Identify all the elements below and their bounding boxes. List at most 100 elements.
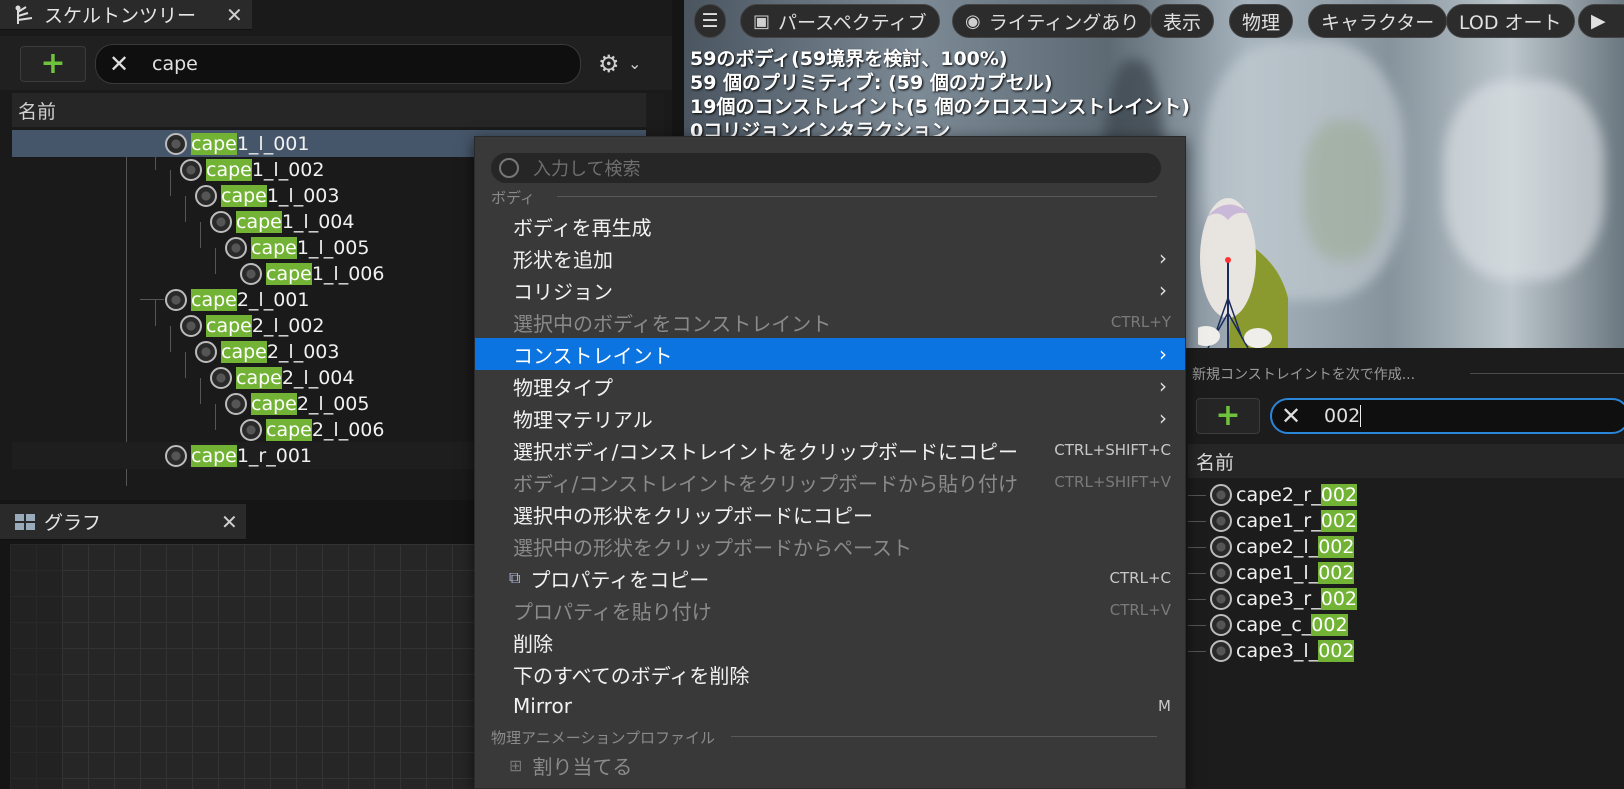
chevron-right-icon: › [1159,246,1167,270]
bone-icon [225,236,247,259]
bone-icon [225,392,247,415]
bone-icon [1210,536,1232,558]
new-constraint-panel: 新規コンストレイントを次で作成... + ✕ 002 名前 cape2_r_ 00… [1184,348,1624,789]
character-button[interactable]: キャラクター [1308,4,1448,38]
constraint-search-input[interactable]: ✕ 002 [1270,398,1624,434]
sphere-icon: ◉ [965,10,981,32]
clear-search-icon[interactable]: ✕ [106,50,132,78]
menu-item-regenerate[interactable]: ボディを再生成 [475,210,1185,242]
list-item[interactable]: cape1_r_ 002 [1188,508,1624,534]
play-button[interactable]: ▶ [1578,4,1624,38]
bone-icon [210,210,232,233]
menu-item-physical-material[interactable]: 物理マテリアル › [475,402,1185,434]
menu-item-delete-below[interactable]: 下のすべてのボディを削除 [475,658,1185,690]
menu-item-copy-properties[interactable]: ⧉ プロパティをコピー CTRL+C [475,562,1185,594]
menu-item-collision[interactable]: コリジョン › [475,274,1185,306]
chevron-right-icon: › [1159,278,1167,302]
menu-item-paste-bodies[interactable]: ボディ/コンストレイントをクリップボードから貼り付け CTRL+SHIFT+V [475,466,1185,498]
bone-icon [180,314,202,337]
show-button[interactable]: 表示 [1150,4,1215,38]
menu-item-assign[interactable]: ⊞ 割り当てる [475,749,1185,781]
menu-item-paste-shapes[interactable]: 選択中の形状をクリップボードからペースト [475,530,1185,562]
copy-properties-icon: ⧉ [509,568,521,587]
list-item[interactable]: cape1_l_ 002 [1188,560,1624,586]
section-divider [731,736,1157,737]
bone-icon [1210,510,1232,532]
menu-item-paste-properties[interactable]: プロパティを貼り付け CTRL+V [475,594,1185,626]
bone-icon [240,418,262,441]
bone-icon [210,366,232,389]
constraint-column-header[interactable]: 名前 [1188,444,1624,478]
cube-icon: ▣ [753,10,771,32]
graph-canvas[interactable] [10,544,480,789]
hamburger-icon: ☰ [701,10,719,32]
section-divider [557,196,1157,197]
constraint-bone-list: cape2_r_ 002 cape1_r_ 002 cape2_l_ 002 cape… [1188,482,1624,664]
close-icon[interactable]: ✕ [221,510,238,534]
bone-icon [1210,562,1232,584]
bone-icon [240,262,262,285]
lighting-button[interactable]: ◉ ライティングあり [952,4,1153,38]
skeleton-tree-tab[interactable]: スケルトンツリー ✕ [0,0,252,30]
menu-item-mirror[interactable]: Mirror M [475,690,1185,722]
chevron-right-icon: › [1159,406,1167,430]
gear-icon[interactable]: ⚙ [598,50,620,78]
bone-icon [1210,484,1232,506]
list-item[interactable]: cape2_l_ 002 [1188,534,1624,560]
bone-icon [165,444,187,467]
bone-icon [1210,640,1232,662]
graph-gutter [10,544,62,789]
menu-search-placeholder: 入力して検索 [533,159,641,180]
add-constraint-button[interactable]: + [1196,398,1260,434]
menu-item-constrain-selected[interactable]: 選択中のボディをコンストレイント CTRL+Y [475,306,1185,338]
graph-tab[interactable]: グラフ ✕ [0,504,246,540]
menu-item-delete[interactable]: 削除 [475,626,1185,658]
viewport-menu-button[interactable]: ☰ [694,4,726,38]
skeleton-tree-icon [14,4,36,26]
list-item[interactable]: cape3_r_ 002 [1188,586,1624,612]
skeleton-tree-title: スケルトンツリー [44,5,197,27]
text-caret [1360,405,1362,427]
bone-icon [195,340,217,363]
section-body-label: ボディ [491,189,535,207]
menu-search-input[interactable]: 入力して検索 [491,153,1161,183]
menu-item-add-shape[interactable]: 形状を追加 › [475,242,1185,274]
clear-search-icon[interactable]: ✕ [1278,402,1304,430]
context-menu: 入力して検索 ボディ ボディを再生成 形状を追加 › コリジョン › 選択中のボディ… [474,136,1186,789]
section-anim-profile-label: 物理アニメーションプロファイル [491,729,715,747]
bone-icon [1210,614,1232,636]
bone-icon [165,132,187,155]
bone-icon [195,184,217,207]
viewport-stat-constraints: 19個のコンストレイント(5 個のクロスコンストレイント) [690,96,1190,118]
graph-icon [14,511,36,533]
perspective-button[interactable]: ▣ パースペクティブ [740,4,940,38]
chevron-right-icon: › [1159,374,1167,398]
bone-icon [165,288,187,311]
chevron-down-icon[interactable]: ⌄ [628,54,641,73]
list-item[interactable]: cape_c_ 002 [1188,612,1624,638]
menu-item-copy-bodies[interactable]: 選択ボディ/コンストレイントをクリップボードにコピー CTRL+SHIFT+C [475,434,1185,466]
menu-item-constraints[interactable]: コンストレイント › [475,338,1185,370]
physics-button[interactable]: 物理 [1229,4,1294,38]
list-item[interactable]: cape3_l_ 002 [1188,638,1624,664]
constraint-search-value: 002 [1324,405,1361,427]
skeleton-search-input[interactable]: ✕ cape [95,44,581,84]
menu-item-physics-type[interactable]: 物理タイプ › [475,370,1185,402]
constraint-panel-header: 新規コンストレイントを次で作成... [1192,367,1416,383]
close-icon[interactable]: ✕ [226,3,243,27]
bone-icon [180,158,202,181]
header-divider [1470,373,1624,374]
viewport-stat-bodies: 59のボディ(59境界を検討、100%) [690,48,1008,70]
graph-title: グラフ [44,512,102,534]
list-item[interactable]: cape2_r_ 002 [1188,482,1624,508]
skeleton-column-header[interactable]: 名前 [12,93,646,127]
assign-icon: ⊞ [509,755,523,775]
lod-button[interactable]: LOD オート [1446,4,1575,38]
menu-item-copy-shapes[interactable]: 選択中の形状をクリップボードにコピー [475,498,1185,530]
play-icon: ▶ [1591,10,1606,32]
add-button[interactable]: + [20,46,86,82]
skeleton-search-value: cape [152,53,198,75]
character-preview [1198,198,1288,348]
skeleton-toolbar: + ✕ cape ⚙ ⌄ [0,36,672,90]
search-icon [499,158,519,178]
